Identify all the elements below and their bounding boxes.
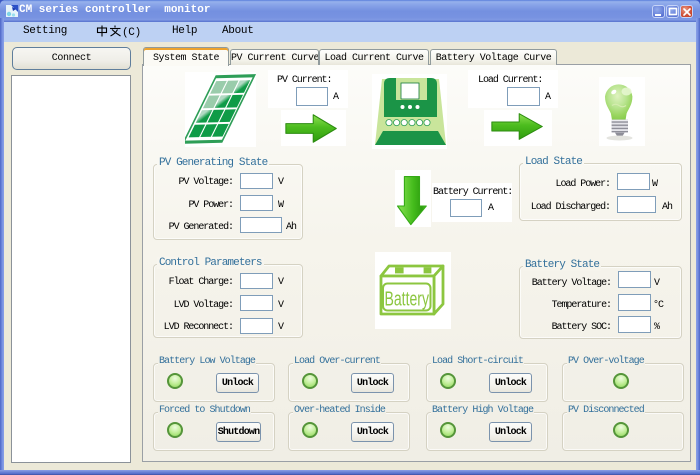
svg-text:Battery: Battery: [385, 289, 430, 311]
